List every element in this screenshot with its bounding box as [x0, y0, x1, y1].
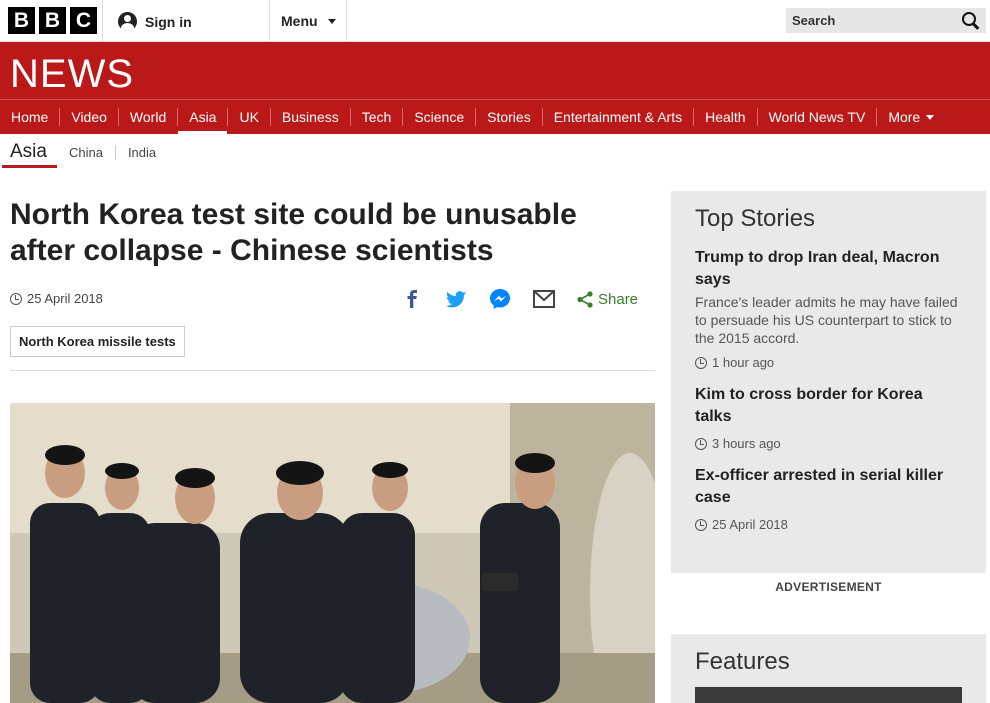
- story-time: 1 hour ago: [695, 355, 962, 370]
- article-headline: North Korea test site could be unusable …: [10, 198, 577, 267]
- article-photo: [10, 403, 655, 703]
- nav-item-uk[interactable]: UK: [228, 108, 271, 126]
- nav-item-stories[interactable]: Stories: [476, 108, 543, 126]
- features-title: Features: [695, 648, 790, 675]
- divider: [102, 0, 103, 42]
- subnav-item-china[interactable]: China: [57, 145, 115, 160]
- story-time-text: 25 April 2018: [712, 517, 788, 532]
- article-date-text: 25 April 2018: [27, 291, 103, 306]
- subnav-item-india[interactable]: India: [114, 144, 168, 160]
- email-icon[interactable]: [532, 287, 556, 311]
- topic-tag[interactable]: North Korea missile tests: [10, 326, 185, 357]
- story-title[interactable]: Kim to cross border for Korea talks: [695, 384, 962, 428]
- advertisement-label: ADVERTISEMENT: [775, 580, 882, 594]
- nav-item-business[interactable]: Business: [271, 108, 351, 126]
- search-input[interactable]: Search: [786, 8, 986, 33]
- divider: [346, 0, 347, 42]
- story-time: 25 April 2018: [695, 517, 962, 532]
- messenger-icon[interactable]: [488, 287, 512, 311]
- nav-item-health[interactable]: Health: [694, 108, 758, 126]
- share-bar: Share: [400, 287, 638, 311]
- search-icon[interactable]: [962, 11, 980, 30]
- sub-nav: Asia China India: [0, 134, 990, 170]
- nav-item-home[interactable]: Home: [0, 108, 61, 126]
- story-time: 3 hours ago: [695, 436, 962, 451]
- top-stories-panel: Top Stories Trump to drop Iran deal, Mac…: [671, 191, 986, 573]
- menu-label: Menu: [281, 13, 318, 29]
- clock-icon: [695, 356, 707, 369]
- top-stories-title: Top Stories: [695, 205, 816, 232]
- masthead: NEWS: [0, 42, 990, 99]
- share-icon[interactable]: [576, 287, 594, 311]
- nav-item-entertainment-arts[interactable]: Entertainment & Arts: [543, 108, 695, 126]
- menu-button[interactable]: Menu: [281, 13, 336, 29]
- logo-letter-c: C: [70, 7, 97, 34]
- feature-thumbnail[interactable]: [695, 687, 962, 703]
- divider: [269, 0, 270, 42]
- chevron-down-icon: [926, 114, 935, 120]
- share-button[interactable]: Share: [598, 291, 638, 308]
- article-divider: [10, 370, 655, 371]
- article-date: 25 April 2018: [10, 291, 103, 306]
- story-item[interactable]: Trump to drop Iran deal, Macron says Fra…: [695, 247, 962, 370]
- nav-item-science[interactable]: Science: [403, 108, 477, 126]
- story-title[interactable]: Ex-officer arrested in serial killer cas…: [695, 465, 962, 509]
- facebook-icon[interactable]: [400, 287, 424, 311]
- story-item[interactable]: Ex-officer arrested in serial killer cas…: [695, 465, 962, 532]
- nav-more-button[interactable]: More: [877, 108, 945, 126]
- nav-item-world-news-tv[interactable]: World News TV: [758, 108, 878, 126]
- nav-item-video[interactable]: Video: [60, 108, 119, 126]
- sign-in-label: Sign in: [145, 13, 192, 30]
- news-logo[interactable]: NEWS: [10, 52, 134, 97]
- bbc-logo[interactable]: B B C: [8, 7, 97, 34]
- clock-icon: [10, 292, 22, 305]
- clock-icon: [695, 518, 707, 531]
- nav-item-world[interactable]: World: [119, 108, 179, 126]
- nav-more-label: More: [888, 109, 921, 125]
- chevron-down-icon: [327, 18, 336, 24]
- twitter-icon[interactable]: [444, 287, 468, 311]
- story-time-text: 3 hours ago: [712, 436, 781, 451]
- nav-item-tech[interactable]: Tech: [351, 108, 404, 126]
- story-summary: France's leader admits he may have faile…: [695, 294, 958, 346]
- story-title[interactable]: Trump to drop Iran deal, Macron says: [695, 247, 962, 291]
- features-panel: Features: [671, 634, 986, 703]
- top-bar: B B C Sign in Menu Search: [0, 0, 990, 42]
- logo-letter-b1: B: [8, 7, 35, 34]
- clock-icon: [695, 437, 707, 450]
- main-nav: Home Video World Asia UK Business Tech S…: [0, 99, 990, 135]
- search-placeholder: Search: [792, 13, 836, 28]
- nav-item-asia[interactable]: Asia: [178, 108, 229, 135]
- subnav-current-asia[interactable]: Asia: [2, 136, 57, 168]
- user-icon: [118, 12, 137, 31]
- story-item[interactable]: Kim to cross border for Korea talks 3 ho…: [695, 384, 962, 451]
- logo-letter-b2: B: [39, 7, 66, 34]
- sign-in-button[interactable]: Sign in: [118, 12, 192, 31]
- story-time-text: 1 hour ago: [712, 355, 775, 370]
